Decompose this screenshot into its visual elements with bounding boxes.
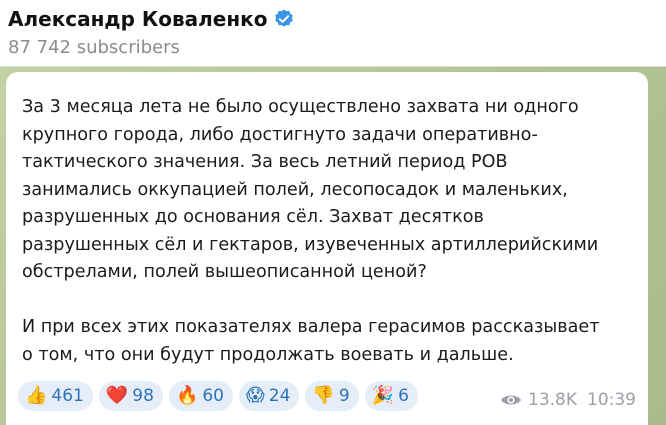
reaction-count: 461 — [51, 386, 84, 406]
screaming-face-icon: 😱 — [246, 385, 265, 406]
reaction-fire[interactable]: 🔥 60 — [168, 381, 233, 411]
view-count: 13.8K — [528, 390, 577, 410]
reaction-thumbs-down[interactable]: 👎 9 — [305, 381, 359, 411]
text-line: разрушенных до основания сёл. Захват дес… — [22, 207, 484, 227]
message-meta: 13.8K 10:39 — [500, 390, 636, 410]
subscriber-count: 87 742 subscribers — [8, 37, 180, 58]
message-text: За 3 месяца лета не было осуществлено за… — [22, 94, 642, 369]
heart-icon: ❤️ — [105, 385, 129, 406]
text-line: о том, что они будут продолжать воевать … — [22, 344, 514, 365]
thumbs-up-icon: 👍 — [25, 385, 48, 406]
reaction-count: 98 — [132, 386, 154, 406]
reaction-screaming-face[interactable]: 😱 24 — [239, 381, 300, 411]
message-time: 10:39 — [587, 390, 636, 410]
text-line: И при всех этих показателях валера герас… — [22, 317, 600, 337]
message-bubble: За 3 месяца лета не было осуществлено за… — [6, 72, 648, 425]
party-popper-icon: 🎉 — [371, 385, 395, 406]
thumbs-down-icon: 👎 — [312, 385, 335, 406]
channel-title[interactable]: Александр Коваленко — [8, 7, 295, 31]
text-line: занимались оккупацией полей, лесопосадок… — [22, 179, 568, 200]
text-line: За 3 месяца лета не было осуществлено за… — [22, 97, 579, 117]
text-line: крупного города, либо достигнуто задачи … — [22, 124, 538, 145]
verified-badge-icon — [275, 9, 294, 27]
text-line: разрушенных сёл и гектаров, изувеченных … — [22, 234, 599, 255]
eye-icon — [501, 395, 521, 405]
reaction-heart[interactable]: ❤️ 98 — [98, 381, 163, 411]
text-line: тактического значения. За весь летний пе… — [22, 152, 508, 172]
channel-header: Александр Коваленко 87 742 subscribers — [0, 0, 666, 67]
reactions-bar: 👍 461 ❤️ 98 🔥 60 😱 24 👎 9 🎉 6 — [18, 381, 418, 411]
reaction-count: 9 — [338, 386, 350, 406]
fire-icon: 🔥 — [175, 385, 199, 406]
reaction-count: 6 — [398, 386, 409, 406]
reaction-count: 60 — [202, 386, 224, 406]
reaction-party-popper[interactable]: 🎉 6 — [364, 381, 418, 411]
reaction-count: 24 — [268, 386, 291, 406]
reaction-thumbs-up[interactable]: 👍 461 — [18, 381, 93, 411]
channel-name: Александр Коваленко — [8, 7, 268, 31]
text-line: обстрелами, полей вышеописанной ценой? — [22, 262, 427, 282]
